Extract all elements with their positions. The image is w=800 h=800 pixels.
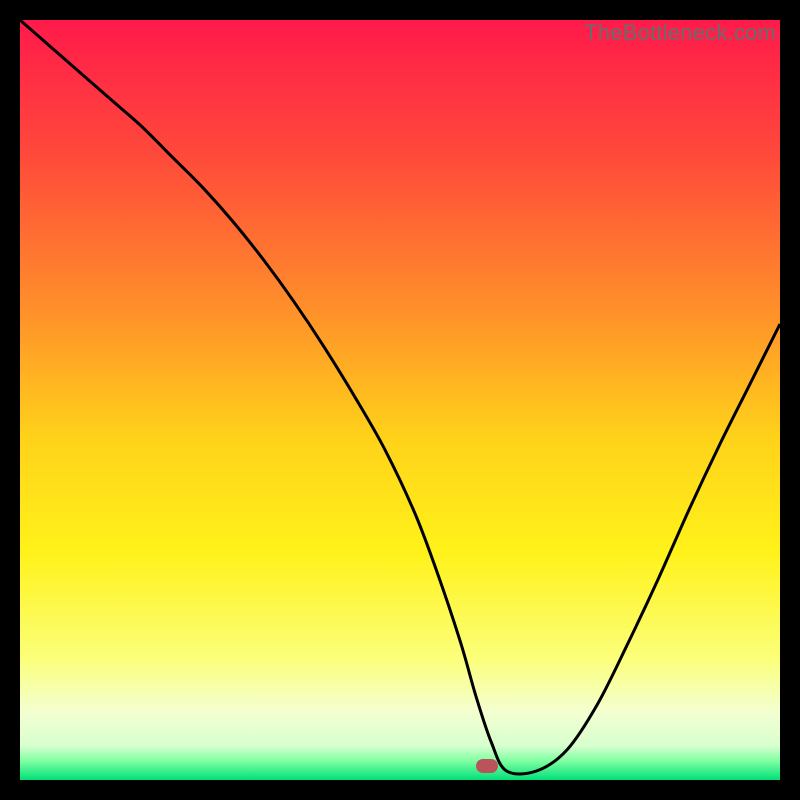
chart-frame: TheBottleneck.com bbox=[20, 20, 780, 780]
gradient-background bbox=[20, 20, 780, 780]
optimal-point-marker bbox=[476, 759, 498, 773]
watermark-text: TheBottleneck.com bbox=[584, 20, 776, 46]
bottleneck-chart bbox=[20, 20, 780, 780]
